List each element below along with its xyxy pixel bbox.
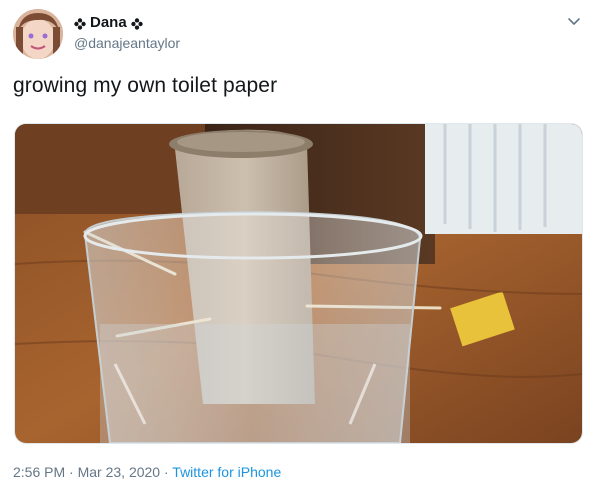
avatar-image: [13, 9, 63, 59]
chevron-down-icon[interactable]: [566, 15, 582, 27]
user-handle[interactable]: @danajeantaylor: [74, 35, 180, 51]
tweet-time[interactable]: 2:56 PM: [13, 464, 65, 480]
tweet-photo[interactable]: [14, 123, 583, 444]
tweet-text: growing my own toilet paper: [13, 74, 278, 97]
display-name[interactable]: Dana: [90, 14, 127, 31]
meta-separator: ·: [69, 464, 74, 480]
tweet-source-link[interactable]: Twitter for iPhone: [172, 464, 281, 480]
flower-icon: [74, 17, 86, 30]
name-row: Dana: [74, 14, 143, 31]
flower-icon: [130, 17, 143, 30]
tweet-meta: 2:56 PM · Mar 23, 2020 · Twitter for iPh…: [13, 464, 281, 480]
avatar[interactable]: [13, 9, 63, 59]
tweet-date[interactable]: Mar 23, 2020: [78, 464, 161, 480]
meta-separator: ·: [163, 464, 169, 480]
tweet-card: Dana @danajeantaylor growing my own toil…: [0, 0, 595, 491]
